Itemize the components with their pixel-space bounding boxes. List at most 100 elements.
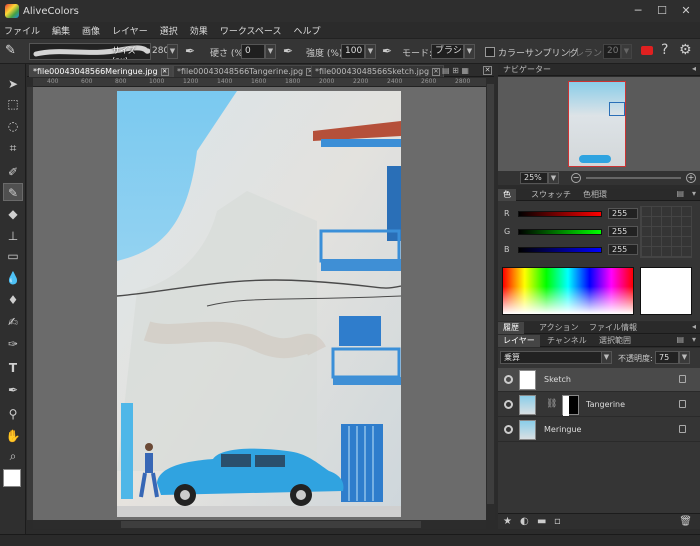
maximize-button[interactable]: ☐ xyxy=(654,3,670,19)
smudge-tool-icon[interactable]: ✍ xyxy=(3,313,23,331)
menu-image[interactable]: 画像 xyxy=(82,24,100,37)
move-tool-icon[interactable]: ➤ xyxy=(3,75,23,93)
lock-icon[interactable] xyxy=(679,425,686,433)
blend-mode-select[interactable]: 乗算 xyxy=(500,351,612,364)
panel-menu-icon[interactable]: ▤ xyxy=(676,335,684,344)
menu-help[interactable]: ヘルプ xyxy=(293,24,320,37)
pressure-pen-icon[interactable]: ✒ xyxy=(185,44,195,58)
close-icon[interactable]: ✕ xyxy=(432,67,441,76)
pen-tool-icon[interactable]: ✑ xyxy=(3,335,23,353)
hardness-input[interactable]: 0 xyxy=(241,44,265,59)
delete-layer-icon[interactable]: 🗑 xyxy=(679,516,692,527)
tab-file-info[interactable]: ファイル情報 xyxy=(584,322,642,334)
layer-row-tangerine[interactable]: ⛓ Tangerine xyxy=(498,393,700,417)
tile-view-icon[interactable]: ▤ ⊞ ▦ xyxy=(442,66,469,75)
tab-actions[interactable]: アクション xyxy=(534,322,584,334)
visibility-eye-icon[interactable] xyxy=(504,375,513,384)
zoom-out-icon[interactable]: − xyxy=(571,173,581,183)
mode-select[interactable]: ブラシモ xyxy=(431,44,464,59)
crop-tool-icon[interactable]: ⌗ xyxy=(3,139,23,157)
tab-selections[interactable]: 選択範囲 xyxy=(594,335,636,347)
hardness-pen-icon[interactable]: ✒ xyxy=(283,44,293,58)
blue-slider[interactable] xyxy=(518,247,602,253)
new-group-icon[interactable]: ▬ xyxy=(537,516,546,527)
dodge-tool-icon[interactable]: ♦ xyxy=(3,291,23,309)
red-slider[interactable] xyxy=(518,211,602,217)
tolerance-input[interactable]: 20 xyxy=(603,44,621,59)
strength-pen-icon[interactable]: ✒ xyxy=(382,44,392,58)
tab-color-wheel[interactable]: 色相環 xyxy=(578,189,612,201)
close-all-icon[interactable]: ✕ xyxy=(483,66,492,75)
navigator-thumbnail[interactable] xyxy=(568,81,626,167)
help-icon[interactable]: ? xyxy=(661,42,668,58)
red-input[interactable]: 255 xyxy=(608,208,638,219)
panel-menu-icon[interactable]: ▤ xyxy=(676,189,684,198)
strength-dropdown[interactable]: ▼ xyxy=(365,44,376,59)
zoom-input[interactable]: 25% xyxy=(520,172,548,184)
visibility-eye-icon[interactable] xyxy=(504,400,513,409)
new-layer-icon[interactable]: ▫ xyxy=(554,516,561,527)
zoom-tool-icon[interactable]: ⌕ xyxy=(3,447,23,465)
tab-sketch[interactable]: *file0004304856​6Sketch.jpg ✕ xyxy=(311,65,445,77)
panel-collapse-icon[interactable]: ◂ xyxy=(692,322,696,331)
lock-icon[interactable] xyxy=(679,400,686,408)
stamp-tool-icon[interactable]: ⊥ xyxy=(3,227,23,245)
panel-collapse-icon[interactable]: ▾ xyxy=(692,335,696,344)
close-icon[interactable]: ✕ xyxy=(160,67,169,76)
lock-icon[interactable] xyxy=(679,375,686,383)
gear-icon[interactable]: ⚙ xyxy=(679,42,692,58)
tolerance-dropdown[interactable]: ▼ xyxy=(621,44,632,59)
menu-edit[interactable]: 編集 xyxy=(52,24,70,37)
vertical-scrollbar[interactable] xyxy=(486,78,495,520)
recent-colors-grid[interactable] xyxy=(640,206,692,258)
color-spectrum[interactable] xyxy=(502,267,634,315)
menu-select[interactable]: 選択 xyxy=(160,24,178,37)
panel-collapse-icon[interactable]: ▾ xyxy=(692,189,696,198)
tab-channels[interactable]: チャンネル xyxy=(542,335,592,347)
mode-dropdown[interactable]: ▼ xyxy=(464,44,475,59)
layer-row-meringue[interactable]: Meringue xyxy=(498,418,700,442)
chain-link-icon[interactable]: ⛓ xyxy=(546,399,557,409)
layer-row-sketch[interactable]: Sketch xyxy=(498,368,700,392)
foreground-color-swatch[interactable] xyxy=(3,469,21,487)
menu-workspace[interactable]: ワークスペース xyxy=(220,24,282,37)
blue-input[interactable]: 255 xyxy=(608,244,638,255)
green-input[interactable]: 255 xyxy=(608,226,638,237)
tab-tangerine[interactable]: *file0004304856​6Tangerine.jpg✕ xyxy=(173,65,319,77)
menu-file[interactable]: ファイル xyxy=(4,24,40,37)
zoom-slider[interactable] xyxy=(586,177,681,179)
panel-collapse-icon[interactable]: ◂ xyxy=(692,64,696,73)
tab-layers[interactable]: レイヤー xyxy=(498,335,540,347)
rect-select-tool-icon[interactable]: ⬚ xyxy=(3,95,23,113)
tab-meringue[interactable]: *file0004304856​6Meringue.jpg ✕ xyxy=(29,65,173,77)
zoom-in-icon[interactable]: + xyxy=(686,173,696,183)
document-image[interactable] xyxy=(117,91,401,517)
menu-layer[interactable]: レイヤー xyxy=(112,24,148,37)
minimize-button[interactable]: ─ xyxy=(630,3,646,19)
hardness-dropdown[interactable]: ▼ xyxy=(265,44,276,59)
color-sampling-checkbox[interactable] xyxy=(485,47,495,57)
fill-tool-icon[interactable]: ◆ xyxy=(3,205,23,223)
zoom-dropdown[interactable]: ▼ xyxy=(548,172,559,184)
brush-size-dropdown[interactable]: ▼ xyxy=(167,44,178,59)
blur-tool-icon[interactable]: 💧 xyxy=(3,269,23,287)
green-slider[interactable] xyxy=(518,229,602,235)
eraser-tool-button[interactable]: ✎ xyxy=(3,183,23,201)
opacity-input[interactable]: 75 xyxy=(655,351,679,364)
tab-color[interactable]: 色 xyxy=(498,189,516,201)
text-tool-icon[interactable]: T xyxy=(3,359,23,377)
horizontal-scrollbar[interactable] xyxy=(33,520,486,529)
navigator-preview[interactable] xyxy=(498,77,700,171)
opacity-dropdown[interactable]: ▼ xyxy=(679,351,690,364)
tab-swatches[interactable]: スウォッチ xyxy=(526,189,576,201)
eyedropper-tool-icon[interactable]: ⚲ xyxy=(3,405,23,423)
brush-tool-icon[interactable]: ✐ xyxy=(3,163,23,181)
menu-effects[interactable]: 効果 xyxy=(190,24,208,37)
layer-effects-icon[interactable]: ★ xyxy=(503,516,512,527)
notification-icon[interactable] xyxy=(641,46,653,56)
shape-tool-icon[interactable]: ✒ xyxy=(3,381,23,399)
lasso-tool-icon[interactable]: ◌ xyxy=(3,117,23,135)
visibility-eye-icon[interactable] xyxy=(504,425,513,434)
healing-tool-icon[interactable]: ▭ xyxy=(3,247,23,265)
brush-preset-selector[interactable]: サイズ (px) xyxy=(29,43,151,60)
